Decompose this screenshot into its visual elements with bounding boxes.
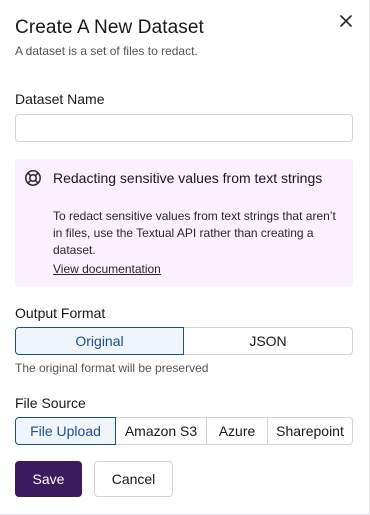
close-icon: [340, 15, 352, 27]
info-body: To redact sensitive values from text str…: [53, 209, 336, 257]
view-documentation-link[interactable]: View documentation: [53, 262, 161, 276]
dialog-subtitle: A dataset is a set of files to redact.: [15, 44, 198, 58]
output-format-original[interactable]: Original: [15, 327, 184, 355]
output-format-toggle: Original JSON: [15, 327, 353, 355]
dialog-title: Create A New Dataset: [15, 17, 204, 38]
file-source-sharepoint[interactable]: Sharepoint: [268, 417, 353, 445]
file-source-toggle: File Upload Amazon S3 Azure Sharepoint: [15, 417, 353, 445]
info-callout: Redacting sensitive values from text str…: [15, 159, 353, 287]
file-source-file-upload[interactable]: File Upload: [15, 417, 116, 445]
lifebuoy-icon: [25, 170, 41, 186]
output-format-hint: The original format will be preserved: [15, 361, 209, 375]
cancel-button[interactable]: Cancel: [94, 461, 173, 497]
dataset-name-label: Dataset Name: [15, 91, 105, 107]
file-source-azure[interactable]: Azure: [207, 417, 268, 445]
output-format-json[interactable]: JSON: [184, 327, 353, 355]
create-dataset-dialog: Create A New Dataset A dataset is a set …: [0, 0, 370, 515]
output-format-label: Output Format: [15, 305, 106, 321]
file-source-amazon-s3[interactable]: Amazon S3: [116, 417, 207, 445]
file-source-label: File Source: [15, 395, 86, 411]
dataset-name-input[interactable]: [15, 114, 353, 142]
close-button[interactable]: [335, 10, 357, 32]
save-button[interactable]: Save: [15, 461, 82, 497]
info-title: Redacting sensitive values from text str…: [53, 170, 323, 186]
